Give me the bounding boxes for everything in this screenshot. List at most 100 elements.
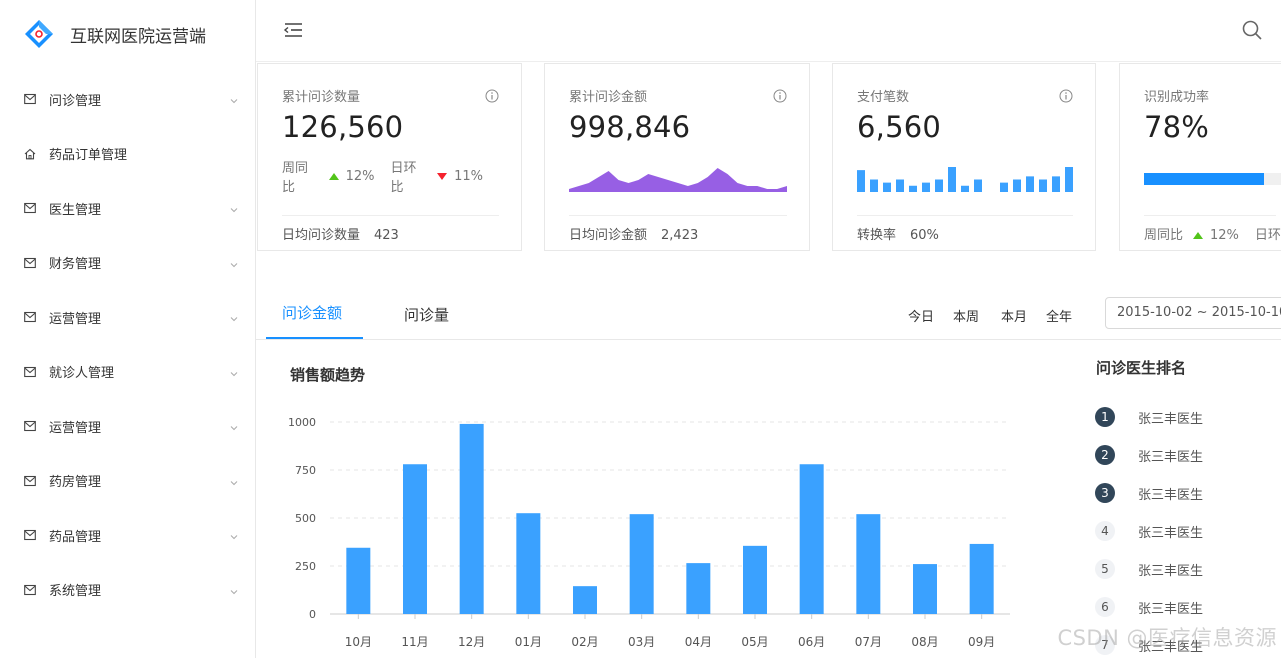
sidebar-item[interactable]: 系统管理 (0, 563, 256, 618)
sidebar-item-label: 问诊管理 (49, 93, 102, 109)
card-trend: 周同比 12% 日环比 11% (282, 156, 499, 196)
mail-icon (24, 366, 36, 378)
sidebar-item-label: 医生管理 (49, 202, 102, 218)
info-icon[interactable] (1059, 88, 1073, 103)
doctor-name: 张三丰医生 (1138, 487, 1204, 503)
chevron-down-icon (230, 585, 238, 594)
card-footer: 周同比 12% 日环 (1144, 228, 1281, 243)
chevron-down-icon (230, 476, 238, 485)
x-tick-label: 12月 (458, 635, 485, 649)
x-tick-label: 01月 (515, 635, 542, 649)
mini-bar (909, 185, 917, 192)
sidebar: 互联网医院运营端 问诊管理 药品订单管理 医生管理 财务管理 运营管理 就诊人管理 运营管理… (0, 0, 256, 658)
chart-bar (856, 514, 881, 614)
y-tick-label: 750 (295, 464, 316, 477)
card-value: 78% (1144, 110, 1210, 144)
doctor-name: 张三丰医生 (1138, 411, 1204, 427)
chart-bar (629, 514, 654, 614)
mini-bar (870, 179, 878, 192)
ranking-item: 2 张三丰医生 (1095, 436, 1281, 474)
mail-icon (24, 420, 36, 432)
x-tick-label: 05月 (741, 635, 768, 649)
search-icon[interactable] (1241, 19, 1263, 41)
x-tick-label: 10月 (345, 635, 372, 649)
y-tick-label: 0 (309, 608, 316, 621)
card-value: 126,560 (282, 110, 404, 144)
chart-bar (346, 547, 371, 614)
x-tick-label: 02月 (571, 635, 598, 649)
card-divider (569, 215, 787, 216)
card-footer: 日均问诊数量 423 (282, 228, 399, 243)
chart-bar (573, 586, 597, 614)
info-icon[interactable] (485, 88, 499, 103)
wow-stat: 周同比 12% (282, 161, 375, 195)
card-value: 6,560 (857, 110, 942, 144)
doctor-ranking-list: 1 张三丰医生 2 张三丰医生 3 张三丰医生 4 张三丰医生 5 张三丰医生 6 张三丰医生 7 张三丰… (1095, 398, 1281, 658)
x-tick-label: 06月 (798, 635, 825, 649)
trend-up-icon (328, 172, 339, 180)
mini-bar (1052, 176, 1060, 192)
rank-badge: 2 (1095, 445, 1115, 465)
sidebar-item-label: 财务管理 (49, 257, 102, 273)
trend-down-icon (437, 172, 448, 180)
range-week[interactable]: 本周 (953, 306, 979, 325)
tab-consult-volume[interactable]: 问诊量 (404, 304, 449, 325)
tab-ink-bar (266, 337, 363, 339)
mini-bar (935, 179, 943, 192)
chart-bar (913, 564, 937, 614)
mini-bar-chart (857, 167, 1073, 192)
sales-trend-chart: 0 250 500 750 1000 10月 11月 12月 01月 02月 03月 04月 05月 06… (288, 416, 1010, 649)
date-range-picker[interactable]: 2015-10-02 ~ 2015-10-10 (1105, 297, 1281, 329)
mini-bar (1013, 179, 1021, 192)
sidebar-menu: 问诊管理 药品订单管理 医生管理 财务管理 运营管理 就诊人管理 运营管理 药房管理 药品管理系… (0, 72, 256, 617)
sidebar-item-label: 运营管理 (49, 420, 102, 436)
tab-consult-amount[interactable]: 问诊金额 (282, 302, 342, 323)
stat-card-recognition-rate: 识别成功率 78% 周同比 12% 日环 (1119, 63, 1281, 251)
stat-card-consult-amount: 累计问诊金额 998,846 日均问诊金额 2,423 (544, 63, 810, 251)
range-today[interactable]: 今日 (908, 306, 934, 325)
sidebar-item-label: 药房管理 (49, 475, 102, 491)
rank-badge: 6 (1095, 597, 1115, 617)
chart-title: 销售额趋势 (290, 366, 366, 384)
y-tick-label: 250 (295, 560, 316, 573)
x-tick-label: 08月 (911, 635, 938, 649)
sidebar-item[interactable]: 药品管理 (0, 508, 256, 563)
mail-icon (24, 311, 36, 323)
sidebar-item-label: 药品管理 (49, 529, 102, 545)
mini-bar (974, 179, 982, 192)
range-year[interactable]: 全年 (1046, 306, 1072, 325)
sidebar-item[interactable]: 药房管理 (0, 454, 256, 509)
menu-fold-icon[interactable] (282, 20, 304, 40)
y-tick-label: 1000 (288, 416, 316, 429)
info-icon[interactable] (773, 88, 787, 103)
rank-badge: 1 (1095, 407, 1115, 427)
sidebar-item-label: 药品订单管理 (49, 148, 128, 164)
rank-badge: 4 (1095, 521, 1115, 541)
chevron-down-icon (230, 530, 238, 540)
range-month[interactable]: 本月 (1001, 306, 1027, 325)
sidebar-item[interactable]: 医生管理 (0, 181, 256, 236)
sidebar-item-label: 运营管理 (49, 311, 102, 327)
sidebar-item[interactable]: 运营管理 (0, 399, 256, 454)
trend-up-icon (1193, 232, 1204, 239)
card-title: 支付笔数 (857, 90, 910, 105)
chevron-down-icon (230, 312, 238, 322)
sidebar-item[interactable]: 问诊管理 (0, 72, 256, 127)
sidebar-item[interactable]: 就诊人管理 (0, 345, 256, 400)
logo-icon (24, 19, 54, 49)
mini-bar (1039, 179, 1047, 192)
mini-area-chart (569, 168, 787, 192)
sidebar-item[interactable]: 药品订单管理 (0, 127, 256, 182)
watermark: CSDN @医疗信息资源 (1057, 626, 1277, 650)
sidebar-item[interactable]: 财务管理 (0, 236, 256, 291)
mini-bar (1026, 176, 1034, 192)
card-footer: 转换率 60% (857, 228, 939, 243)
chart-bar (743, 545, 767, 614)
mail-icon (24, 529, 36, 541)
sidebar-item[interactable]: 运营管理 (0, 290, 256, 345)
dod-stat: 日环比 11% (390, 161, 484, 195)
area-series (569, 168, 787, 192)
brand[interactable]: 互联网医院运营端 (24, 14, 206, 54)
mail-icon (24, 202, 36, 214)
ranking-item: 1 张三丰医生 (1095, 398, 1281, 436)
